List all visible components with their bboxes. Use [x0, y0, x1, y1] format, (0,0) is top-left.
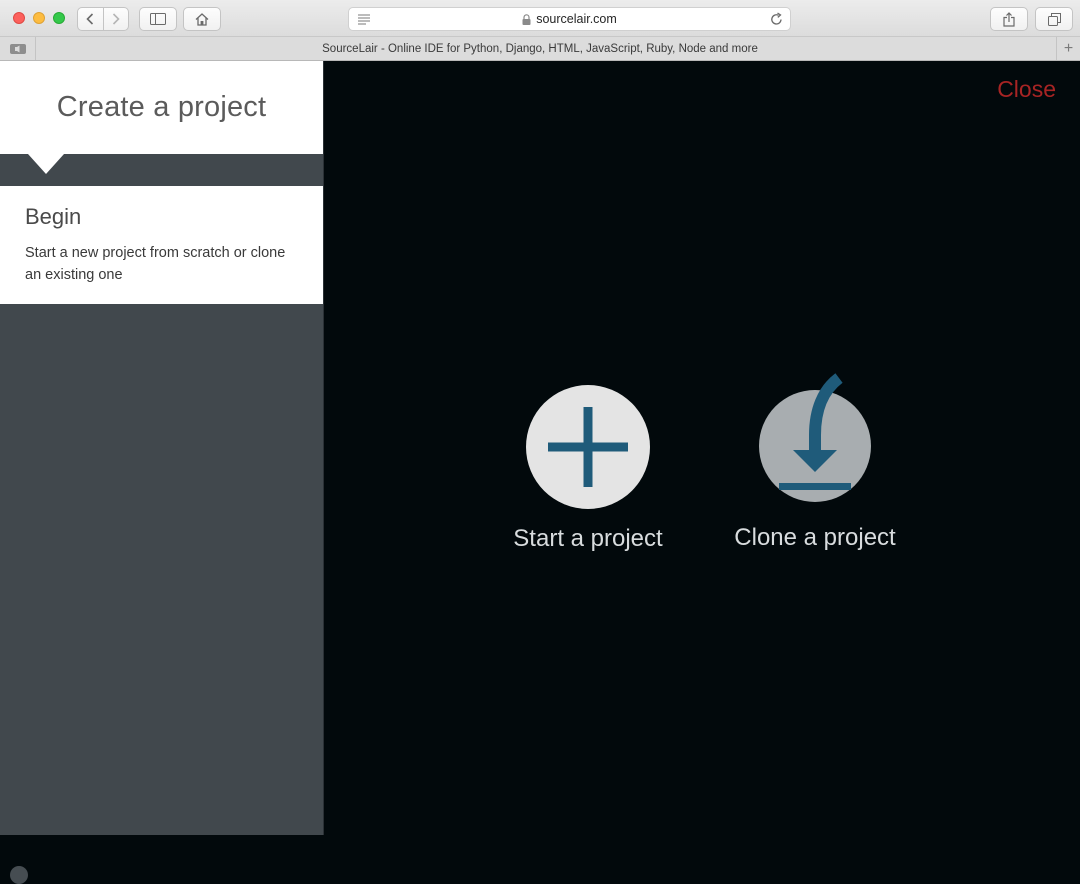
faded-help-icon[interactable]	[10, 866, 28, 884]
step-card: Begin Start a new project from scratch o…	[0, 186, 323, 304]
minimize-window-button[interactable]	[33, 12, 45, 24]
back-button[interactable]	[78, 8, 103, 30]
download-icon[interactable]	[759, 373, 871, 502]
plus-icon[interactable]	[526, 385, 650, 509]
home-button[interactable]	[183, 7, 221, 31]
chevron-right-icon	[112, 13, 120, 25]
clone-project-button[interactable]: Clone a project	[734, 373, 896, 552]
forward-button[interactable]	[102, 8, 129, 30]
new-tab-button[interactable]: +	[1056, 37, 1080, 60]
history-nav	[77, 7, 129, 31]
home-icon	[195, 12, 209, 26]
share-button[interactable]	[990, 7, 1028, 31]
step-title: Begin	[25, 204, 82, 229]
speaker-icon	[9, 43, 26, 54]
clone-project-label[interactable]: Clone a project	[734, 524, 895, 552]
close-button[interactable]: Close	[997, 76, 1056, 103]
start-project-button[interactable]: Start a project	[508, 385, 668, 553]
close-window-button[interactable]	[13, 12, 25, 24]
step-description: Start a new project from scratch or clon…	[25, 245, 286, 283]
page-title: Create a project	[0, 61, 323, 154]
fullscreen-window-button[interactable]	[53, 12, 65, 24]
share-icon	[1003, 11, 1015, 27]
reader-icon[interactable]	[357, 13, 371, 25]
browser-toolbar: sourcelair.com	[0, 0, 1080, 37]
tabs-overview-button[interactable]	[1035, 7, 1073, 31]
sidebar-icon	[150, 13, 166, 25]
lock-icon	[522, 13, 531, 25]
start-project-label[interactable]: Start a project	[513, 525, 662, 553]
url-text: sourcelair.com	[536, 12, 617, 26]
sidebar-toggle-button[interactable]	[139, 7, 177, 31]
chevron-left-icon	[86, 13, 94, 25]
header-pointer	[28, 154, 64, 174]
clone-icon-wrapper[interactable]	[759, 373, 871, 502]
wizard-sidebar: Create a project Begin Start a new proje…	[0, 61, 324, 884]
tab-title[interactable]: SourceLair - Online IDE for Python, Djan…	[322, 43, 758, 55]
tabs-icon	[1047, 12, 1061, 26]
tab-bar: SourceLair - Online IDE for Python, Djan…	[0, 37, 1080, 61]
address-bar[interactable]: sourcelair.com	[348, 7, 791, 31]
media-indicator[interactable]	[0, 37, 36, 60]
reload-icon[interactable]	[770, 12, 783, 26]
